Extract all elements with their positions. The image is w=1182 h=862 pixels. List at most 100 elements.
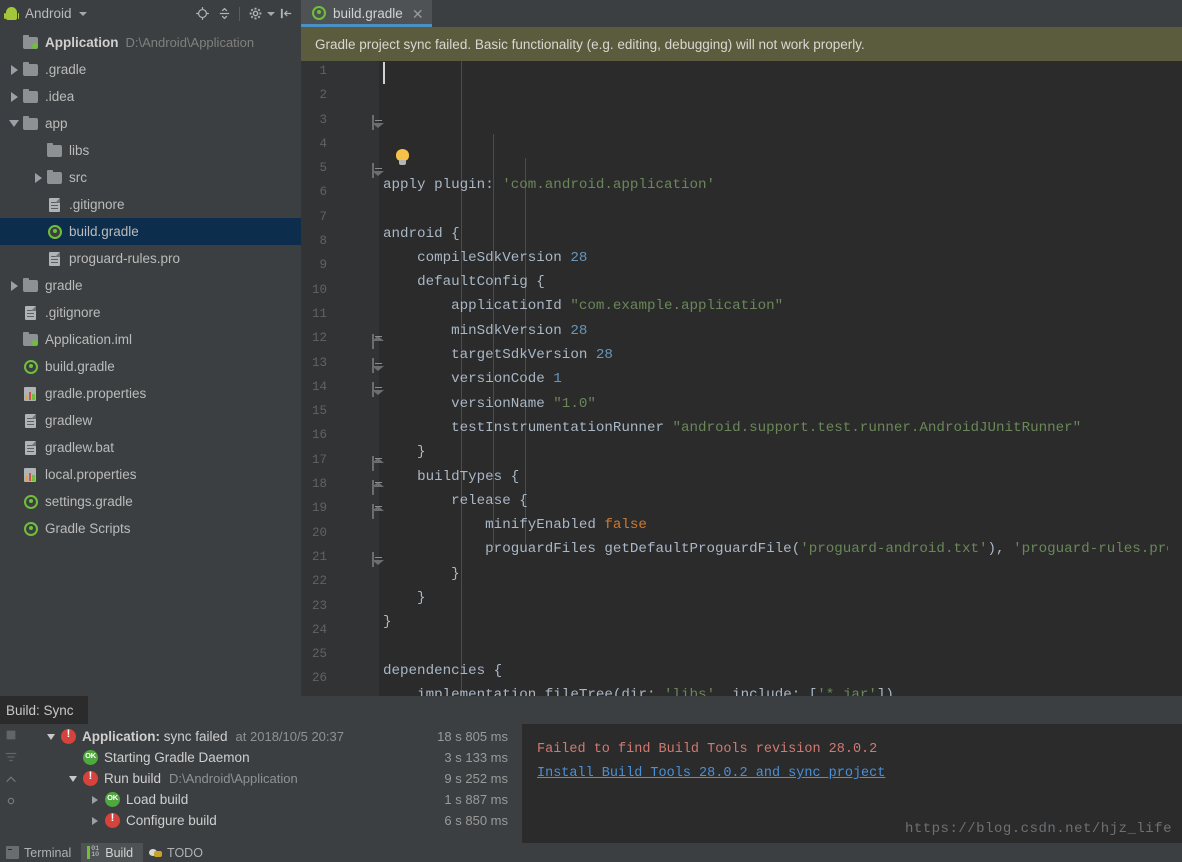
gutter-line: 3 (301, 110, 382, 134)
tree-item-gradle-scripts[interactable]: Gradle Scripts (0, 515, 301, 542)
tree-item-local-properties[interactable]: local.properties (0, 461, 301, 488)
restart-icon[interactable] (4, 728, 18, 742)
tree-item-application[interactable]: Application D:\Android\Application (0, 29, 301, 56)
tree-item-gradle[interactable]: gradle (0, 272, 301, 299)
tree-item-src[interactable]: src (0, 164, 301, 191)
install-build-tools-link[interactable]: Install Build Tools 28.0.2 and sync proj… (537, 762, 885, 786)
gutter-line: 8 (301, 231, 379, 255)
code-line[interactable]: } (379, 586, 1182, 610)
locate-target-icon[interactable] (191, 3, 213, 25)
code-line[interactable]: defaultConfig { (379, 270, 1182, 294)
build-tool-window: Build: Sync Application: sync failed at 2… (0, 696, 1182, 843)
gutter-line: 20 (301, 523, 379, 547)
code-editor[interactable]: 1 2 3 4 5 6 7 8 9 10 11 12 13 14 15 16 17 18 19 20 21 22 23 24 2… (301, 61, 1182, 696)
editor-code-content[interactable]: apply plugin: 'com.android.application' … (379, 61, 1182, 696)
tree-item-gradlew-bat[interactable]: gradlew.bat (0, 434, 301, 461)
code-line[interactable]: testInstrumentationRunner "android.suppo… (379, 416, 1182, 440)
settings-icon[interactable] (4, 794, 18, 808)
line-number: 22 (311, 574, 327, 589)
editor-tab-build-gradle[interactable]: build.gradle ✕ (301, 0, 432, 27)
tree-twisty[interactable] (6, 120, 22, 127)
code-line[interactable]: compileSdkVersion 28 (379, 246, 1182, 270)
tree-twisty[interactable] (6, 64, 22, 75)
build-event-row[interactable]: Configure build 6 s 850 ms (22, 810, 522, 831)
tree-twisty[interactable] (6, 280, 22, 291)
file-icon (46, 197, 64, 213)
tree-item-app[interactable]: app (0, 110, 301, 137)
code-line[interactable]: minifyEnabled false (379, 513, 1182, 537)
code-line[interactable]: applicationId "com.example.application" (379, 294, 1182, 318)
tree-item-application-iml[interactable]: Application.iml (0, 326, 301, 353)
code-line[interactable] (379, 197, 1182, 221)
editor-marker-strip[interactable] (1168, 122, 1182, 696)
tree-item--gitignore[interactable]: .gitignore (0, 299, 301, 326)
tree-item-proguard-rules-pro[interactable]: proguard-rules.pro (0, 245, 301, 272)
chevron-down-icon[interactable] (78, 11, 87, 16)
gutter-line: 22 (301, 571, 379, 595)
line-number: 24 (311, 622, 327, 637)
project-view-selector-label[interactable]: Android (25, 6, 72, 21)
code-line[interactable]: minSdkVersion 28 (379, 319, 1182, 343)
tree-item-gradlew[interactable]: gradlew (0, 407, 301, 434)
build-event-row[interactable]: Load build 1 s 887 ms (22, 789, 522, 810)
build-twisty[interactable] (86, 816, 104, 825)
build-twisty[interactable] (86, 795, 104, 804)
collapse-all-icon[interactable] (213, 3, 235, 25)
code-line[interactable]: } (379, 440, 1182, 464)
build-event-row[interactable]: Application: sync failed at 2018/10/5 20:… (22, 726, 522, 747)
tree-item-gradle-properties[interactable]: gradle.properties (0, 380, 301, 407)
code-line[interactable]: release { (379, 489, 1182, 513)
tree-twisty[interactable] (6, 91, 22, 102)
tree-item--gradle[interactable]: .gradle (0, 56, 301, 83)
tree-item-build-gradle[interactable]: build.gradle (0, 218, 301, 245)
tree-item-settings-gradle[interactable]: settings.gradle (0, 488, 301, 515)
tree-item-libs[interactable]: libs (0, 137, 301, 164)
expand-icon[interactable] (4, 772, 18, 786)
success-icon (82, 750, 100, 765)
build-event-duration: 9 s 252 ms (444, 771, 508, 786)
code-line[interactable]: android { (379, 222, 1182, 246)
code-line[interactable]: versionCode 1 (379, 367, 1182, 391)
build-event-duration: 3 s 133 ms (444, 750, 508, 765)
code-line[interactable] (379, 635, 1182, 659)
gradle-icon (22, 494, 40, 510)
code-line[interactable]: buildTypes { (379, 465, 1182, 489)
gutter-line: 10 (301, 280, 379, 304)
code-line[interactable]: versionName "1.0" (379, 392, 1182, 416)
build-twisty[interactable] (42, 733, 60, 740)
tree-item-label: gradlew.bat (45, 440, 115, 455)
text-caret (383, 62, 385, 84)
build-event-row[interactable]: Starting Gradle Daemon 3 s 133 ms (22, 747, 522, 768)
tree-item-label: gradle (45, 278, 83, 293)
tree-item--gitignore[interactable]: .gitignore (0, 191, 301, 218)
editor-gutter[interactable]: 1 2 3 4 5 6 7 8 9 10 11 12 13 14 15 16 17 18 19 20 21 22 23 24 2… (301, 61, 382, 696)
tree-item-build-gradle[interactable]: build.gradle (0, 353, 301, 380)
build-twisty[interactable] (64, 775, 82, 782)
status-bar-item-build[interactable]: 01 10 Build (81, 843, 144, 862)
filter-icon[interactable] (4, 750, 18, 764)
code-line[interactable]: } (379, 610, 1182, 634)
code-line[interactable]: proguardFiles getDefaultProguardFile('pr… (379, 537, 1182, 561)
code-line[interactable]: implementation fileTree(dir: 'libs', inc… (379, 683, 1182, 696)
hide-panel-icon[interactable] (275, 3, 297, 25)
gear-dropdown-chevron-icon[interactable] (267, 11, 275, 16)
tree-item--idea[interactable]: .idea (0, 83, 301, 110)
code-line[interactable]: dependencies { (379, 659, 1182, 683)
build-sync-tab[interactable]: Build: Sync (0, 696, 88, 724)
build-event-tree[interactable]: Application: sync failed at 2018/10/5 20:… (22, 724, 522, 843)
line-number: 16 (311, 428, 327, 443)
close-icon[interactable]: ✕ (412, 7, 424, 21)
status-bar: Terminal 01 10 Build TODO (0, 843, 1182, 862)
code-line[interactable]: } (379, 562, 1182, 586)
code-line[interactable]: apply plugin: 'com.android.application' (379, 173, 1182, 197)
build-detail-console[interactable]: Failed to find Build Tools revision 28.0… (522, 724, 1182, 843)
gutter-line: 24 (301, 620, 379, 644)
gear-icon[interactable] (244, 3, 266, 25)
tree-twisty[interactable] (30, 172, 46, 183)
build-event-row[interactable]: Run build D:\Android\Application 9 s 252 m… (22, 768, 522, 789)
lightbulb-icon[interactable] (395, 149, 410, 166)
project-file-tree[interactable]: Application D:\Android\Application .gradle… (0, 27, 301, 542)
code-line[interactable]: targetSdkVersion 28 (379, 343, 1182, 367)
status-bar-item-terminal[interactable]: Terminal (0, 843, 81, 862)
status-bar-item-todo[interactable]: TODO (143, 843, 213, 862)
